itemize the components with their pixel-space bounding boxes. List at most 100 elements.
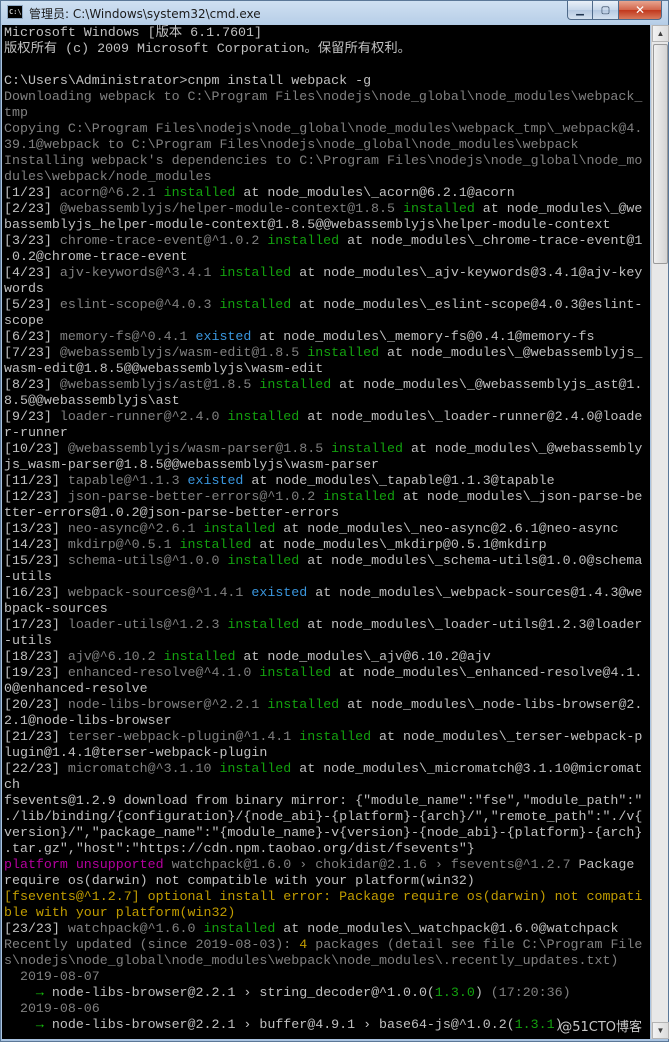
console-text-segment: 2.1@node-libs-browser (4, 713, 172, 728)
console-text-segment: bassemblyjs_helper-module-context@1.8.5@… (4, 217, 611, 232)
console-text-segment: installed (219, 265, 292, 280)
console-text-segment: 1.3.0 (434, 985, 475, 1000)
console-text-segment: installed (163, 185, 236, 200)
console-line: → node-libs-browser@2.2.1 › buffer@4.9.1… (4, 1017, 650, 1033)
console-text-segment: 2019-08-07 (4, 969, 100, 984)
console-text-segment: platform unsupported (4, 857, 172, 872)
scroll-up-button[interactable]: ▲ (652, 25, 669, 42)
console-text-segment: [7/23] (4, 345, 60, 360)
console-line: ./lib/binding/{configuration}/{node_abi}… (4, 809, 650, 825)
maximize-button[interactable]: ▢ (593, 1, 619, 20)
console-text-segment: at node_modules\_micromatch@3.1.10@micro… (291, 761, 643, 776)
console-text-segment: acorn@^6.2.1 (59, 185, 164, 200)
console-text-segment: [12/23] (4, 489, 68, 504)
console-line: lugin@1.4.1@terser-webpack-plugin (4, 745, 650, 761)
console-text-segment: [22/23] (4, 761, 68, 776)
minimize-button[interactable]: ▁ (567, 1, 593, 20)
console-text-segment: at node_modules\_loader-utils@1.2.3@load… (299, 617, 643, 632)
close-icon: ✕ (634, 3, 646, 17)
console-text-segment: C:\Users\Administrator>cnpm install webp… (4, 73, 372, 88)
console-text-segment: version}/","package_name":"{module_name}… (4, 825, 643, 840)
console-line: wasm-edit@1.8.5@@webassemblyjs\wasm-edit (4, 361, 650, 377)
console-text-segment: [14/23] (4, 537, 68, 552)
title-bar[interactable]: C:\ 管理员: C:\Windows\system32\cmd.exe ▁ ▢… (1, 1, 668, 25)
console-line: [10/23] @webassemblyjs/wasm-parser@1.8.5… (4, 441, 650, 457)
console-line: tter-errors@1.0.2@json-parse-better-erro… (4, 505, 650, 521)
console-text-segment: [17/23] (4, 617, 68, 632)
console-line: Recently updated (since 2019-08-03): 4 p… (4, 937, 650, 953)
cmd-app-icon[interactable]: C:\ (7, 5, 23, 19)
console-text-segment: node-libs-browser@2.2.1 › buffer@4.9.1 ›… (51, 1017, 515, 1032)
console-text-segment: installed (323, 489, 396, 504)
console-text-segment: mkdirp@^0.5.1 (67, 537, 180, 552)
console-text-segment: at node_modules\_enhanced-resolve@4.1. (331, 665, 643, 680)
console-line: [5/23] eslint-scope@^4.0.3 installed at … (4, 297, 650, 313)
console-text-segment: -utils (4, 633, 52, 648)
console-text-segment: Installing webpack's dependencies to C:\… (4, 153, 643, 168)
console-output[interactable]: Microsoft Windows [版本 6.1.7601] 版权所有 (c) … (2, 25, 650, 1039)
console-text-segment: tmp (4, 105, 28, 120)
console-line: version}/","package_name":"{module_name}… (4, 825, 650, 841)
console-text-segment: [3/23] (4, 233, 60, 248)
console-text-segment: installed (227, 409, 300, 424)
console-line: [20/23] node-libs-browser@^2.2.1 install… (4, 697, 650, 713)
console-line: [7/23] @webassemblyjs/wasm-edit@1.8.5 in… (4, 345, 650, 361)
console-line: [17/23] loader-utils@^1.2.3 installed at… (4, 617, 650, 633)
console-text-segment: [15/23] (4, 553, 68, 568)
console-text-segment: [4/23] (4, 265, 60, 280)
console-line: [8/23] @webassemblyjs/ast@1.8.5 installe… (4, 377, 650, 393)
console-text-segment: 8.5@@webassemblyjs\ast (4, 393, 180, 408)
scrollbar-thumb[interactable] (653, 44, 668, 264)
scroll-down-button[interactable]: ▼ (652, 1022, 669, 1039)
console-text-segment: [23/23] (4, 921, 68, 936)
console-line: Installing webpack's dependencies to C:\… (4, 153, 650, 169)
console-text-segment: installed (219, 761, 292, 776)
console-text-segment: [9/23] (4, 409, 60, 424)
console-line: -utils (4, 569, 650, 585)
console-line: 8.5@@webassemblyjs\ast (4, 393, 650, 409)
console-text-segment: [5/23] (4, 297, 60, 312)
console-text-segment: installed (259, 377, 332, 392)
console-text-segment: at node_modules\_watchpack@1.6.0@watchpa… (275, 921, 619, 936)
watermark: @51CTO博客 (559, 1020, 642, 1035)
console-text-segment: [1/23] (4, 185, 60, 200)
console-text-segment: 0@enhanced-resolve (4, 681, 148, 696)
console-text-segment: ) (474, 985, 491, 1000)
console-line: [12/23] json-parse-better-errors@^1.0.2 … (4, 489, 650, 505)
console-line: Microsoft Windows [版本 6.1.7601] (4, 25, 650, 41)
console-text-segment: schema-utils@^1.0.0 (67, 553, 228, 568)
console-line: 2019-08-07 (4, 969, 650, 985)
console-text-segment: Package (578, 857, 635, 872)
console-line: [19/23] enhanced-resolve@^4.1.0 installe… (4, 665, 650, 681)
console-text-segment: fsevents@1.2.9 download from binary mirr… (4, 793, 643, 808)
console-text-segment: existed (187, 473, 244, 488)
console-text-segment: ajv-keywords@^3.4.1 (59, 265, 220, 280)
console-line: .tar.gz","host":"https://cdn.npm.taobao.… (4, 841, 650, 857)
console-text-segment: Recently updated (since 2019-08-03): (4, 937, 300, 952)
console-text-segment: at node_modules\_@webassemblyjs_ast@1. (331, 377, 643, 392)
console-line: 0@enhanced-resolve (4, 681, 650, 697)
maximize-icon: ▢ (600, 4, 611, 16)
close-button[interactable]: ✕ (619, 1, 662, 20)
console-text-segment: at node_modules\_mkdirp@0.5.1@mkdirp (251, 537, 547, 552)
console-text-segment: installed (219, 297, 292, 312)
console-text-segment: installed (203, 521, 276, 536)
console-line: C:\Users\Administrator>cnpm install webp… (4, 73, 650, 89)
console-text-segment: @webassemblyjs/wasm-parser@1.8.5 (67, 441, 332, 456)
console-text-segment: at node_modules\_tapable@1.1.3@tapable (243, 473, 555, 488)
console-text-segment: installed (331, 441, 403, 456)
console-text-segment: at node_modules\_node-libs-browser@2. (339, 697, 643, 712)
console-text-segment: bpack-sources (4, 601, 108, 616)
console-line: require os(darwin) not compatible with y… (4, 873, 650, 889)
console-text-segment: [11/23] (4, 473, 68, 488)
vertical-scrollbar[interactable]: ▲ ▼ (651, 25, 669, 1039)
console-line: [6/23] memory-fs@^0.4.1 existed at node_… (4, 329, 650, 345)
console-text-segment: [19/23] (4, 665, 68, 680)
console-line: words (4, 281, 650, 297)
console-text-segment: at node_modules\_acorn@6.2.1@acorn (235, 185, 515, 200)
console-line: [23/23] watchpack@^1.6.0 installed at no… (4, 921, 650, 937)
console-line: ble with your platform(win32) (4, 905, 650, 921)
console-line: 2019-08-06 (4, 1001, 650, 1017)
console-line: [18/23] ajv@^6.10.2 installed at node_mo… (4, 649, 650, 665)
console-text-segment: [fsevents@^1.2.7] optional install error… (4, 889, 643, 904)
